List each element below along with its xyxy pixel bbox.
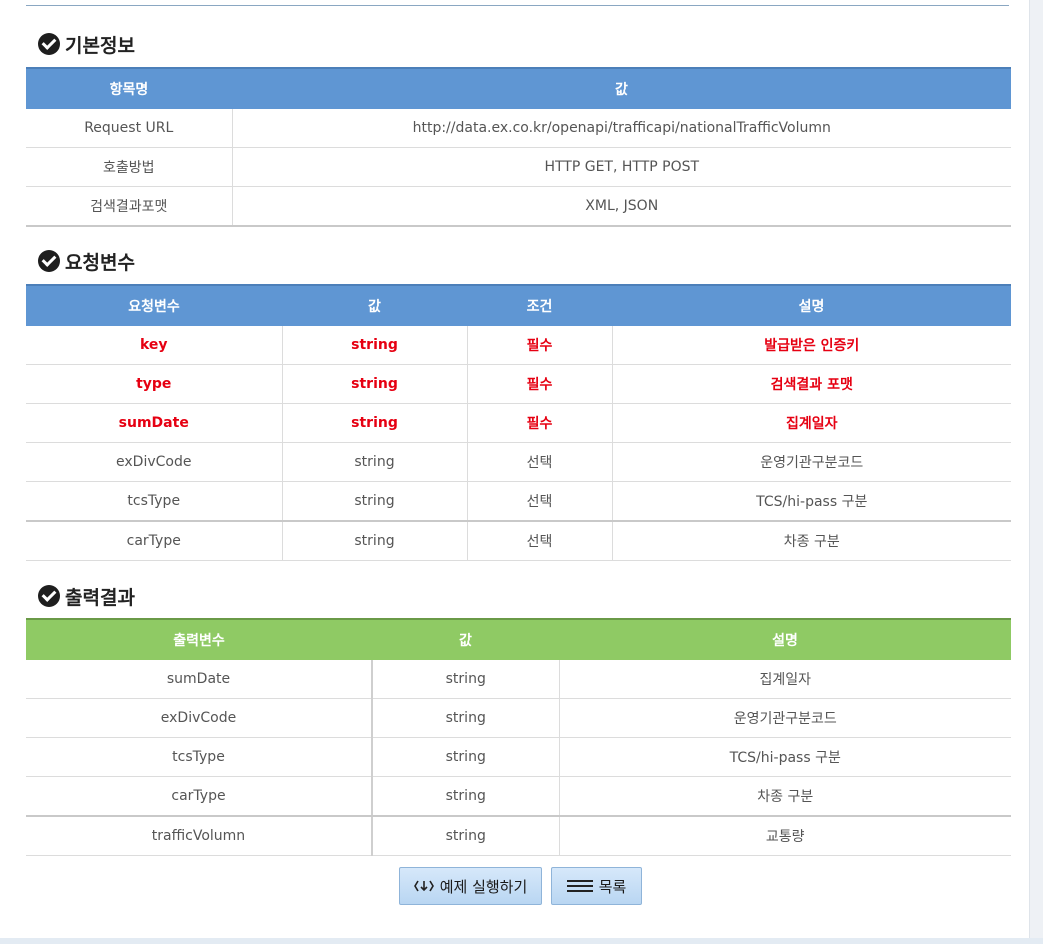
column-header: 설명 <box>559 618 1011 660</box>
table-cell: trafficVolumn <box>26 816 372 856</box>
table-cell: 차종 구분 <box>558 776 1011 817</box>
basic-info-table: 항목명 값 Request URL http://data.ex.co.kr/o… <box>26 67 1011 227</box>
table-cell: string <box>281 364 467 404</box>
download-arrows-icon <box>413 879 434 893</box>
list-button[interactable]: 목록 <box>551 867 642 905</box>
table-cell: carType <box>26 521 282 561</box>
table-row: sumDate string 집계일자 <box>26 660 1011 699</box>
table-header-row: 요청변수 값 조건 설명 <box>26 284 1011 326</box>
bottom-border <box>0 938 1043 944</box>
column-header: 항목명 <box>26 67 232 109</box>
table-cell: string <box>371 660 559 699</box>
table-cell: exDivCode <box>26 442 282 482</box>
table-cell: carType <box>26 776 372 817</box>
check-circle-icon <box>38 585 60 607</box>
list-label: 목록 <box>598 877 627 896</box>
page-scroll-edge <box>1029 0 1043 944</box>
table-cell: string <box>371 776 559 817</box>
table-row-required: key string 필수 발급받은 인증키 <box>26 326 1011 365</box>
column-header: 설명 <box>612 284 1011 326</box>
table-cell: string <box>371 698 559 738</box>
section-title: 요청변수 <box>65 251 135 274</box>
table-cell: HTTP GET, HTTP POST <box>231 147 1011 187</box>
column-header: 값 <box>282 284 467 326</box>
section-title: 기본정보 <box>65 34 135 57</box>
column-header: 요청변수 <box>26 284 282 326</box>
table-cell: key <box>26 326 282 365</box>
table-cell: string <box>281 521 467 561</box>
check-circle-icon <box>38 33 60 55</box>
output-table: 출력변수 값 설명 sumDate string 집계일자 exDivCode … <box>26 618 1011 856</box>
section-title: 출력결과 <box>65 586 135 609</box>
table-cell: tcsType <box>26 737 372 777</box>
table-cell: exDivCode <box>26 698 372 738</box>
menu-lines-icon <box>566 879 593 893</box>
table-row: tcsType string TCS/hi-pass 구분 <box>26 737 1011 777</box>
check-circle-icon <box>38 250 60 272</box>
table-cell: 운영기관구분코드 <box>611 442 1011 482</box>
column-header: 값 <box>232 67 1011 109</box>
table-row: 호출방법 HTTP GET, HTTP POST <box>26 147 1011 187</box>
table-cell: TCS/hi-pass 구분 <box>558 737 1011 777</box>
table-row-required: sumDate string 필수 집계일자 <box>26 403 1011 443</box>
table-cell: 집계일자 <box>558 660 1011 699</box>
table-row: tcsType string 선택 TCS/hi-pass 구분 <box>26 481 1011 522</box>
table-cell: 운영기관구분코드 <box>558 698 1011 738</box>
table-row-required: type string 필수 검색결과 포맷 <box>26 364 1011 404</box>
table-cell: string <box>281 481 467 522</box>
table-cell: 필수 <box>466 364 612 404</box>
request-params-table: 요청변수 값 조건 설명 key string 필수 발급받은 인증키 type… <box>26 284 1011 561</box>
table-cell: TCS/hi-pass 구분 <box>611 481 1011 522</box>
column-header: 조건 <box>467 284 612 326</box>
section-output: 출력결과 <box>38 583 135 609</box>
table-cell: sumDate <box>26 660 372 699</box>
table-cell: XML, JSON <box>231 186 1011 227</box>
table-cell: 교통량 <box>558 816 1011 856</box>
table-cell: string <box>281 403 467 443</box>
table-cell: 집계일자 <box>611 403 1011 443</box>
table-row: 검색결과포맷 XML, JSON <box>26 186 1011 227</box>
run-example-label: 예제 실행하기 <box>439 877 528 896</box>
column-header: 출력변수 <box>26 618 372 660</box>
table-row: carType string 선택 차종 구분 <box>26 521 1011 561</box>
top-divider <box>26 5 1009 6</box>
table-cell: sumDate <box>26 403 282 443</box>
table-row: exDivCode string 운영기관구분코드 <box>26 698 1011 738</box>
table-header-row: 출력변수 값 설명 <box>26 618 1011 660</box>
content-panel: 기본정보 항목명 값 Request URL http://data.ex.co… <box>0 0 1029 944</box>
table-cell: http://data.ex.co.kr/openapi/trafficapi/… <box>231 109 1011 148</box>
table-row: Request URL http://data.ex.co.kr/openapi… <box>26 109 1011 148</box>
table-row: trafficVolumn string 교통량 <box>26 816 1011 856</box>
table-cell: string <box>281 442 467 482</box>
table-row: carType string 차종 구분 <box>26 776 1011 817</box>
table-cell: string <box>371 816 559 856</box>
table-cell: 선택 <box>466 481 612 522</box>
table-cell: 검색결과 포맷 <box>611 364 1011 404</box>
table-header-row: 항목명 값 <box>26 67 1011 109</box>
section-basic-info: 기본정보 <box>38 31 135 57</box>
table-cell: type <box>26 364 282 404</box>
run-example-button[interactable]: 예제 실행하기 <box>399 867 542 905</box>
table-cell: string <box>281 326 467 365</box>
table-row: exDivCode string 선택 운영기관구분코드 <box>26 442 1011 482</box>
table-cell: Request URL <box>26 109 232 148</box>
table-cell: 차종 구분 <box>611 521 1011 561</box>
section-request-params: 요청변수 <box>38 248 135 274</box>
table-cell: 선택 <box>466 442 612 482</box>
table-cell: 검색결과포맷 <box>26 186 232 227</box>
table-cell: 선택 <box>466 521 612 561</box>
table-cell: tcsType <box>26 481 282 522</box>
table-cell: 호출방법 <box>26 147 232 187</box>
table-cell: 발급받은 인증키 <box>611 326 1011 365</box>
table-cell: 필수 <box>466 403 612 443</box>
column-header: 값 <box>372 618 559 660</box>
table-cell: string <box>371 737 559 777</box>
table-cell: 필수 <box>466 326 612 365</box>
